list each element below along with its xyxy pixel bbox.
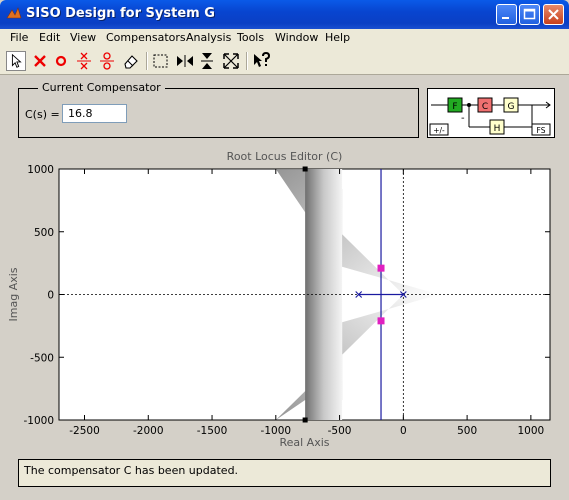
- y-tick-label: 500: [34, 227, 54, 239]
- title-bar: SISO Design for System G: [0, 0, 569, 29]
- region-limit-marker: [302, 417, 308, 423]
- block-c-label: C: [482, 102, 488, 112]
- y-tick-label: 1000: [27, 164, 54, 176]
- block-f-label: F: [452, 102, 457, 112]
- minimize-icon: [502, 17, 509, 19]
- menu-file[interactable]: File: [10, 31, 28, 44]
- menu-window[interactable]: Window: [275, 31, 318, 44]
- select-arrow-icon[interactable]: [6, 51, 26, 71]
- x-tick-label: 500: [457, 425, 477, 437]
- close-icon: [548, 9, 559, 20]
- x-tick-label: -1500: [197, 425, 228, 437]
- siso-design-window: SISO Design for System G File Edit View …: [0, 0, 569, 500]
- status-bar: The compensator C has been updated.: [18, 459, 551, 487]
- x-tick-label: -500: [328, 425, 352, 437]
- help-pointer-icon[interactable]: [251, 51, 271, 71]
- close-button[interactable]: [543, 4, 564, 25]
- block-diagram-graphic: F C G H - +/- FS: [429, 97, 551, 136]
- closed-loop-pole-marker[interactable]: [377, 264, 385, 272]
- y-axis-label: Imag Axis: [7, 267, 20, 321]
- closed-loop-pole-marker[interactable]: [377, 317, 385, 325]
- menu-compensators[interactable]: Compensators: [106, 31, 186, 44]
- feedback-sign: -: [461, 113, 465, 124]
- compensator-label: C(s) =: [25, 108, 60, 121]
- eraser-icon[interactable]: [121, 51, 141, 71]
- menu-bar: File Edit View Compensators Analysis Too…: [0, 29, 569, 48]
- add-real-pole-icon[interactable]: [30, 51, 50, 71]
- maximize-button[interactable]: [519, 4, 540, 25]
- feedback-sign-button-label: +/-: [433, 126, 445, 135]
- block-h-label: H: [494, 124, 501, 134]
- compensator-gain-input[interactable]: [62, 104, 127, 123]
- x-axis-label: Real Axis: [279, 436, 329, 449]
- y-tick-label: -1000: [23, 415, 54, 427]
- zoom-box-icon[interactable]: [151, 51, 171, 71]
- block-diagram: F C G H - +/- FS: [427, 88, 555, 138]
- minimize-button[interactable]: [496, 4, 517, 25]
- add-complex-pole-icon[interactable]: [74, 51, 94, 71]
- configuration-button-label: FS: [537, 126, 546, 135]
- y-tick-label: 0: [47, 290, 54, 302]
- maximize-icon: [523, 8, 536, 20]
- zoom-extents-icon[interactable]: [221, 51, 241, 71]
- toolbar: [0, 48, 569, 75]
- window-title: SISO Design for System G: [26, 6, 215, 21]
- matlab-icon: [6, 7, 22, 19]
- x-tick-label: -2500: [69, 425, 100, 437]
- panel-legend: Current Compensator: [38, 81, 165, 94]
- add-real-zero-icon[interactable]: [51, 51, 71, 71]
- root-locus-plot[interactable]: -2500 -2000 -1500 -1000 -500 0 500 1000-1000-50…: [0, 160, 569, 455]
- block-g-label: G: [508, 102, 515, 112]
- zoom-y-icon[interactable]: [197, 51, 217, 71]
- menu-help[interactable]: Help: [325, 31, 350, 44]
- toolbar-separator: [146, 52, 148, 70]
- root-locus-editor: -2500 -2000 -1500 -1000 -500 0 500 1000 -1000 -50…: [0, 160, 569, 459]
- toolbar-separator: [246, 52, 248, 70]
- region-limit-marker: [302, 166, 308, 172]
- menu-edit[interactable]: Edit: [39, 31, 60, 44]
- x-tick-label: 0: [400, 425, 407, 437]
- x-tick-label: 1000: [518, 425, 545, 437]
- menu-tools[interactable]: Tools: [237, 31, 264, 44]
- x-tick-label: -2000: [133, 425, 164, 437]
- add-complex-zero-icon[interactable]: [97, 51, 117, 71]
- y-tick-label: -500: [30, 352, 54, 364]
- zoom-x-icon[interactable]: [175, 51, 195, 71]
- menu-analysis[interactable]: Analysis: [186, 31, 231, 44]
- menu-view[interactable]: View: [70, 31, 96, 44]
